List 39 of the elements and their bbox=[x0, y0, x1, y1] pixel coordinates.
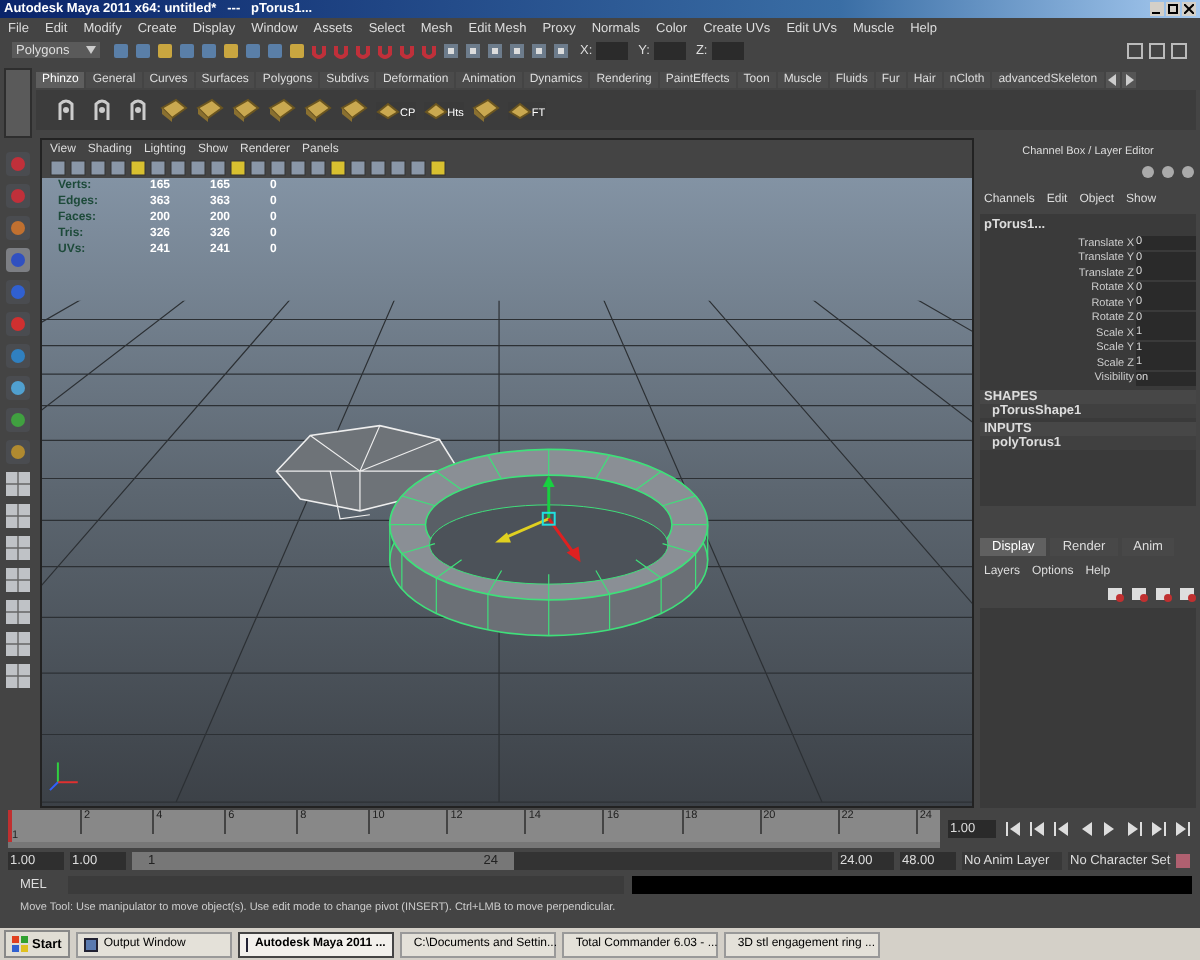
step-forward-key-icon[interactable] bbox=[1148, 819, 1168, 837]
layout-icon[interactable] bbox=[4, 470, 32, 498]
shelf-side-bar bbox=[4, 68, 32, 138]
windows-logo-icon bbox=[12, 936, 28, 952]
coordinate-field[interactable] bbox=[711, 41, 744, 59]
close-button[interactable] bbox=[1182, 2, 1196, 16]
layout-icon[interactable] bbox=[4, 598, 32, 626]
layout-icon[interactable] bbox=[4, 662, 32, 690]
tile-icon[interactable] bbox=[304, 96, 332, 124]
step-back-key-icon[interactable] bbox=[1028, 819, 1048, 837]
tile-icon[interactable] bbox=[196, 96, 224, 124]
coordinate-field[interactable] bbox=[596, 41, 629, 59]
layout-icon[interactable] bbox=[4, 630, 32, 658]
layout-icon[interactable] bbox=[4, 566, 32, 594]
key-icon[interactable] bbox=[1174, 851, 1192, 869]
axis-icon bbox=[48, 761, 79, 792]
tile-icon[interactable] bbox=[268, 96, 296, 124]
layer-action-icon[interactable] bbox=[1106, 586, 1124, 602]
move-manipulator-icon[interactable] bbox=[495, 475, 581, 563]
current-time-marker[interactable] bbox=[8, 809, 12, 841]
coordinate-field[interactable] bbox=[653, 41, 686, 59]
scroll-right-icon[interactable] bbox=[1121, 71, 1136, 87]
step-back-frame-icon[interactable] bbox=[1052, 819, 1072, 837]
layout-icon[interactable] bbox=[4, 534, 32, 562]
scroll-left-icon[interactable] bbox=[1105, 71, 1120, 87]
caret-icon bbox=[86, 46, 96, 54]
tile-icon[interactable] bbox=[160, 96, 188, 124]
layer-action-icon[interactable] bbox=[1178, 586, 1196, 602]
layout-icon[interactable] bbox=[4, 502, 32, 530]
tile-icon[interactable] bbox=[340, 96, 368, 124]
tile-icon[interactable] bbox=[471, 96, 500, 124]
layer-action-icon[interactable] bbox=[1130, 586, 1148, 602]
layer-action-icon[interactable] bbox=[1154, 586, 1172, 602]
tile-icon[interactable] bbox=[232, 96, 260, 124]
go-to-end-icon[interactable] bbox=[1172, 819, 1192, 837]
go-to-start-icon[interactable] bbox=[1004, 819, 1024, 837]
minimize-button[interactable] bbox=[1150, 2, 1164, 16]
maximize-button[interactable] bbox=[1166, 2, 1180, 16]
step-forward-frame-icon[interactable] bbox=[1124, 819, 1144, 837]
